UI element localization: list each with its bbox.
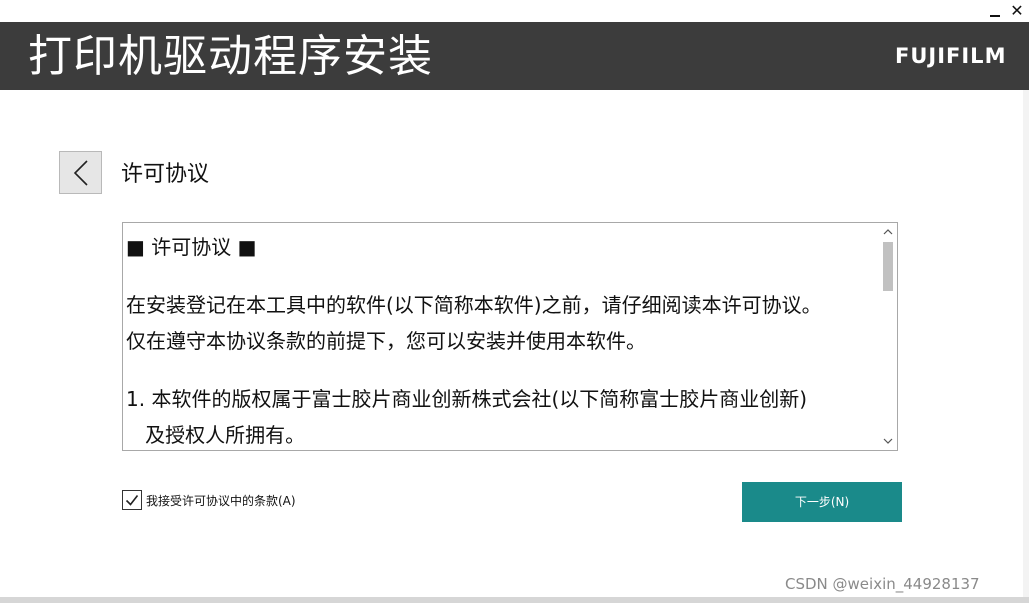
license-content: ■ 许可协议 ■ 在安装登记在本工具中的软件(以下简称本软件)之前，请仔细阅读本… [126,229,876,450]
license-clause: 及授权人所拥有。 [126,423,306,447]
close-icon[interactable]: ✕ [1009,2,1025,20]
installer-window: ✕ 打印机驱动程序安装 FUJIFILM 许可协议 ■ 许可协议 ■ 在安装登记… [0,0,1029,603]
minimize-icon[interactable] [988,2,1002,20]
section-title: 许可协议 [121,162,210,187]
license-text-area[interactable]: ■ 许可协议 ■ 在安装登记在本工具中的软件(以下简称本软件)之前，请仔细阅读本… [122,222,898,451]
app-header: 打印机驱动程序安装 FUJIFILM [0,22,1029,90]
scroll-down-icon[interactable] [879,432,897,450]
license-paragraph: 在安装登记在本工具中的软件(以下简称本软件)之前，请仔细阅读本许可协议。 [126,293,822,317]
vertical-scrollbar[interactable] [879,223,897,450]
window-edge [1023,90,1029,597]
watermark-text: CSDN @weixin_44928137 [785,575,980,593]
accept-license-label[interactable]: 我接受许可协议中的条款(A) [146,491,296,511]
license-clause: 1. 本软件的版权属于富士胶片商业创新株式会社(以下简称富士胶片商业创新) [126,387,808,411]
license-heading: ■ 许可协议 ■ [126,235,257,259]
scrollbar-thumb[interactable] [883,242,893,291]
page-title: 打印机驱动程序安装 [28,31,433,82]
accept-license-checkbox[interactable] [122,490,142,510]
back-button[interactable] [59,151,102,194]
license-paragraph: 仅在遵守本协议条款的前提下，您可以安装并使用本软件。 [126,329,646,353]
chevron-left-icon [73,160,88,186]
checkmark-icon [125,495,139,506]
window-titlebar: ✕ [0,0,1029,22]
window-edge [0,597,1029,603]
next-button[interactable]: 下一步(N) [742,482,902,522]
scroll-up-icon[interactable] [879,223,897,241]
fujifilm-logo: FUJIFILM [895,44,1007,68]
